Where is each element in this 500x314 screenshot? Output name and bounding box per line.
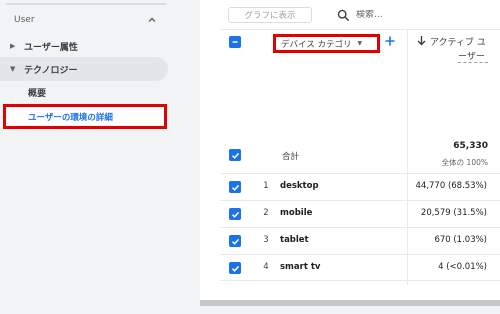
divider xyxy=(6,3,166,5)
arrow-down-icon xyxy=(417,36,426,46)
checkmark-icon xyxy=(231,152,239,159)
caret-right-icon: ▶ xyxy=(10,42,16,50)
checkmark-icon xyxy=(231,184,239,191)
metric-column-header[interactable]: アクティブ ユ ーザー xyxy=(415,34,500,68)
search-box[interactable] xyxy=(331,5,500,25)
search-input[interactable] xyxy=(356,10,476,20)
row-checkbox[interactable] xyxy=(229,262,241,274)
minus-icon xyxy=(232,41,238,43)
row-dimension: mobile xyxy=(280,208,313,218)
table-row: 2 mobile 20,579 (31.5%) xyxy=(220,200,500,227)
total-value: 65,330 xyxy=(453,141,488,151)
row-index: 4 xyxy=(263,262,269,272)
row-value: 20,579 (31.5%) xyxy=(420,208,487,218)
row-index: 2 xyxy=(263,208,269,218)
divider xyxy=(220,29,500,30)
sidebar-item-label: テクノロジー xyxy=(24,65,78,76)
row-value: 670 (1.03%) xyxy=(434,235,487,245)
row-checkbox[interactable] xyxy=(229,235,241,247)
chevron-up-icon xyxy=(148,17,156,22)
row-dimension: tablet xyxy=(280,235,309,245)
row-dimension: desktop xyxy=(280,181,319,191)
total-percentage: 全体の 100% xyxy=(441,158,488,167)
page-background xyxy=(200,306,500,314)
search-icon xyxy=(337,9,350,21)
dimension-header-label: デバイス カテゴリ xyxy=(281,39,352,50)
row-checkbox[interactable] xyxy=(229,181,241,193)
sidebar-section-user[interactable]: User xyxy=(0,8,168,32)
sidebar: User ▶ ユーザー属性 ▼ テクノロジー 概要 ユーザーの環境の詳細 xyxy=(0,0,182,314)
row-dimension: smart tv xyxy=(280,262,321,272)
total-label: 合計 xyxy=(282,152,300,162)
sidebar-item-user-environment-details[interactable]: ユーザーの環境の詳細 xyxy=(3,104,167,129)
table-row: 1 desktop 44,770 (68.53%) xyxy=(220,173,500,200)
sidebar-item-overview[interactable]: 概要 xyxy=(0,80,168,104)
caret-down-icon: ▼ xyxy=(10,65,16,73)
table-row: 4 smart tv 4 (<0.01%) xyxy=(220,254,500,281)
metric-header-label-continued: ーザー xyxy=(458,52,485,62)
plot-rows-label: グラフに表示 xyxy=(244,11,296,21)
dimension-selector[interactable]: デバイス カテゴリ ▼ xyxy=(273,34,380,53)
sidebar-item-label: ユーザーの環境の詳細 xyxy=(28,112,113,123)
select-all-checkbox[interactable] xyxy=(229,36,241,48)
metric-header-underline xyxy=(458,62,488,63)
sidebar-item-user-attributes[interactable]: ▶ ユーザー属性 xyxy=(0,34,168,58)
row-checkbox[interactable] xyxy=(229,208,241,220)
metric-header-label: アクティブ ユ xyxy=(430,38,486,48)
row-value: 4 (<0.01%) xyxy=(438,262,487,272)
report-table-card: グラフに表示 デバイス カテゴリ ▼ アクティブ ユ ーザー 合計 xyxy=(200,0,500,314)
row-value: 44,770 (68.53%) xyxy=(415,181,488,191)
dropdown-arrow-icon: ▼ xyxy=(357,40,363,47)
sidebar-item-label: ユーザー属性 xyxy=(24,42,78,53)
add-dimension-icon[interactable] xyxy=(384,35,396,47)
sidebar-item-label: 概要 xyxy=(28,88,47,99)
plot-rows-button[interactable]: グラフに表示 xyxy=(228,7,312,23)
checkmark-icon xyxy=(231,211,239,218)
checkmark-icon xyxy=(231,265,239,272)
table-row: 3 tablet 670 (1.03%) xyxy=(220,227,500,254)
sidebar-item-technology[interactable]: ▼ テクノロジー xyxy=(0,57,168,81)
total-row-checkbox[interactable] xyxy=(229,149,241,161)
sidebar-section-label: User xyxy=(14,15,35,25)
checkmark-icon xyxy=(231,238,239,245)
row-index: 1 xyxy=(263,181,269,191)
row-index: 3 xyxy=(263,235,269,245)
